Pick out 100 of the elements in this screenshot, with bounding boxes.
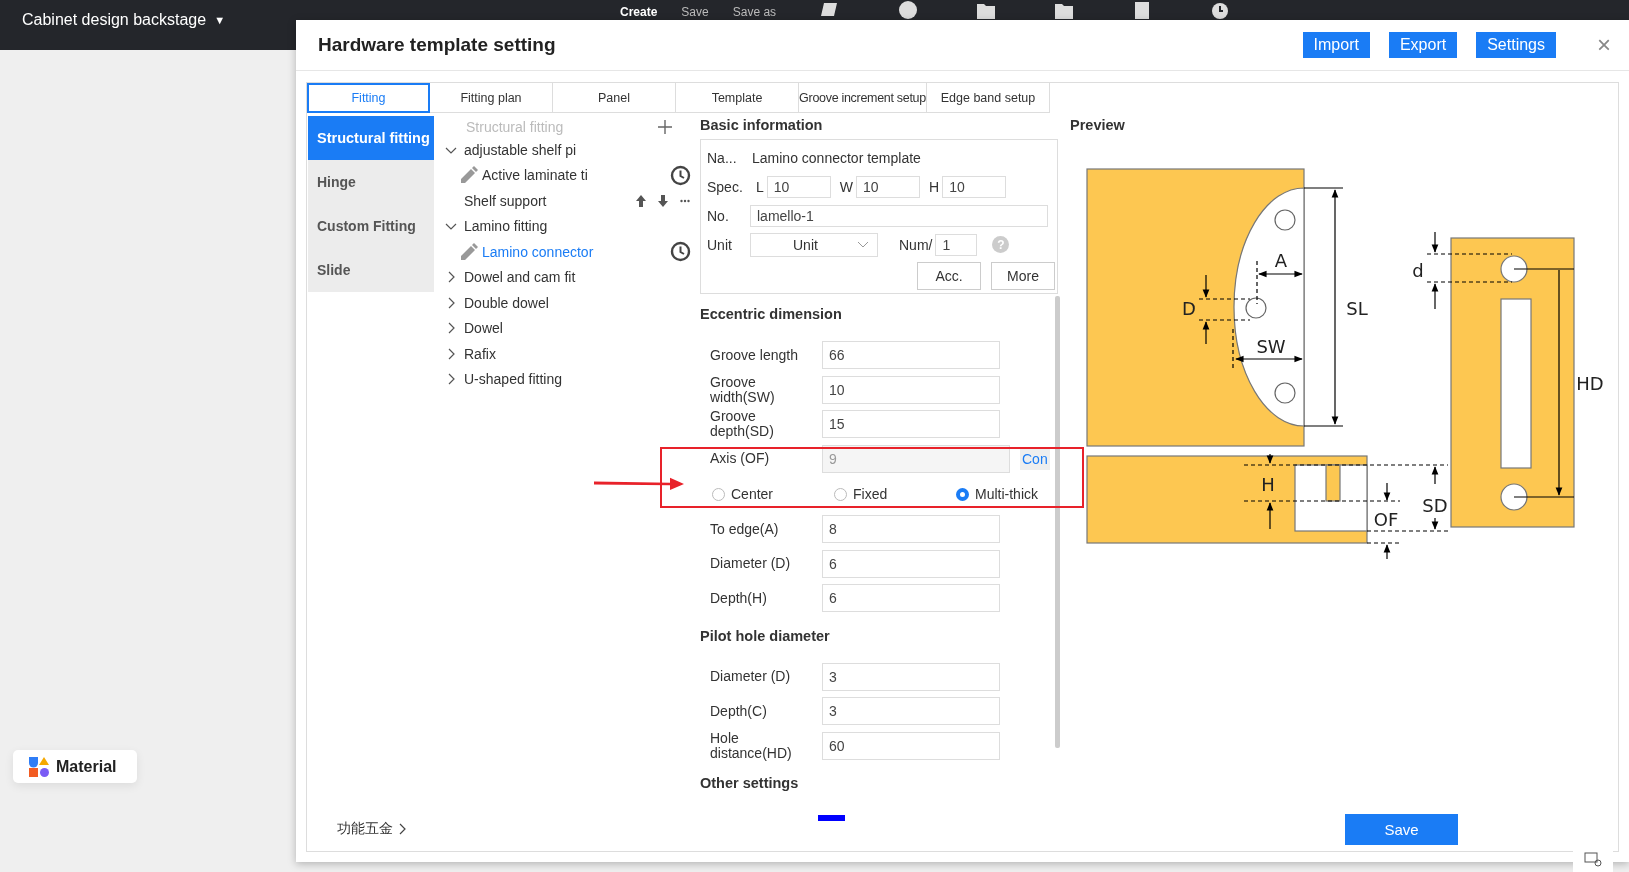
field-label: H [929, 178, 940, 195]
pencil-icon [460, 242, 478, 261]
move-down-icon[interactable] [658, 194, 668, 207]
scrollbar[interactable] [1055, 296, 1060, 748]
app-title[interactable]: Cabinet design backstage [22, 11, 207, 29]
input-field[interactable]: 10 [942, 175, 1007, 198]
shapes-icon [28, 755, 50, 778]
field-label: Groove length [710, 347, 799, 363]
input-field[interactable]: 10 [766, 175, 831, 198]
tree-item[interactable]: Active laminate ti [482, 167, 594, 184]
unit-dropdown[interactable]: Unit [750, 232, 878, 257]
field-label: W [839, 178, 853, 195]
field-label: Diameter (D) [710, 669, 792, 685]
input-field[interactable]: 15 [822, 410, 1000, 439]
radio-label[interactable]: Center [731, 486, 774, 502]
input-field[interactable]: 6 [822, 549, 1000, 578]
tree-item[interactable]: Lamino fitting [464, 218, 548, 235]
material-label: Material [56, 757, 117, 776]
field-label: Hole distance(HD) [710, 730, 793, 761]
dimension-label: D [1182, 298, 1196, 319]
category-tab[interactable]: Structural fitting [308, 116, 434, 160]
field-label: Depth(C) [710, 703, 768, 719]
dimension-label: SL [1346, 298, 1368, 319]
tree-item[interactable]: Lamino connector [482, 243, 594, 260]
header-button[interactable]: Export [1388, 32, 1458, 58]
clock-icon[interactable] [670, 164, 691, 186]
dimension-label: SW [1256, 336, 1286, 357]
field-label: L [756, 178, 764, 195]
add-icon[interactable] [658, 120, 672, 134]
input-field[interactable]: 1 [935, 233, 978, 256]
form-button[interactable]: Acc. [917, 262, 981, 290]
tab[interactable]: Edge band setup [927, 83, 1050, 113]
dimension-label: OF [1373, 509, 1399, 530]
dimension-label: H [1261, 474, 1275, 495]
tree-header: Structural fitting [466, 119, 564, 135]
name-value: Lamino connector template [752, 149, 921, 166]
radio-label[interactable]: Multi-thick [975, 486, 1038, 502]
field-label: Groove depth(SD) [710, 409, 775, 440]
field-label: No. [707, 207, 730, 224]
input-field[interactable]: 10 [856, 175, 920, 198]
field-label: Spec. [707, 178, 744, 195]
toolbar-action[interactable]: Save [681, 5, 709, 19]
input-field[interactable]: 3 [822, 697, 1000, 726]
material-card[interactable]: Material [13, 750, 137, 783]
input-field[interactable]: 10 [822, 375, 1000, 404]
section-heading: Basic information [700, 117, 824, 135]
close-button[interactable]: × [1593, 31, 1615, 59]
radio-button[interactable] [956, 487, 969, 501]
header-button[interactable]: Settings [1476, 32, 1556, 58]
form-button[interactable]: More [991, 262, 1055, 290]
input-field[interactable]: 8 [822, 515, 1000, 544]
dimension-label: d [1412, 260, 1424, 281]
more-icon[interactable] [680, 198, 690, 203]
caret-icon[interactable]: ▼ [214, 14, 225, 26]
input-field[interactable]: 3 [822, 662, 1000, 691]
field-label: Axis (OF) [710, 451, 771, 467]
dimension-label: A [1274, 250, 1288, 271]
tab[interactable]: Fitting plan [430, 83, 553, 113]
input-field[interactable]: lamello-1 [750, 204, 1048, 227]
tab[interactable]: Template [676, 83, 799, 113]
color-swatch[interactable] [818, 815, 845, 821]
clock-icon[interactable] [1210, 1, 1231, 19]
dimension-label: HD [1576, 373, 1604, 394]
tree-item[interactable]: adjustable shelf pi [464, 141, 577, 158]
input-field[interactable]: 66 [822, 341, 1000, 370]
field-label: Diameter (D) [710, 556, 792, 572]
chevron-icon[interactable] [399, 823, 407, 835]
input-field[interactable]: 6 [822, 584, 1000, 613]
tree-item[interactable]: U-shaped fitting [464, 371, 563, 388]
field-label: Groove width(SW) [710, 374, 776, 405]
chevron-down-icon[interactable] [857, 240, 869, 249]
tab[interactable]: Groove increment setup [799, 83, 927, 113]
section-heading: Pilot hole diameter [700, 627, 831, 646]
field-label: Depth(H) [710, 590, 768, 606]
tree-item[interactable]: Rafix [464, 345, 496, 362]
tree-item[interactable]: Dowel and cam fit [464, 269, 576, 286]
tab[interactable]: Fitting [307, 83, 430, 113]
section-heading: Preview [1070, 117, 1126, 135]
clock-icon[interactable] [670, 241, 691, 263]
tree-item[interactable]: Dowel [464, 320, 503, 337]
input-field[interactable]: 60 [822, 731, 1000, 760]
section-heading: Other settings [700, 775, 800, 793]
dialog-title: Hardware template setting [318, 34, 556, 56]
feature-link[interactable]: 功能五金 [337, 820, 393, 838]
dimension-label: SD [1422, 495, 1448, 516]
radio-label[interactable]: Fixed [853, 486, 888, 502]
header-button[interactable]: Import [1302, 32, 1370, 58]
tree-item[interactable]: Shelf support [460, 192, 624, 209]
save-button[interactable]: Save [1345, 813, 1458, 845]
tree-item[interactable]: Double dowel [464, 294, 549, 311]
field-label: Num/ [899, 236, 933, 253]
field-label: Unit [707, 236, 733, 253]
toolbar-action[interactable]: Save as [732, 5, 777, 19]
field-label: Na... [707, 149, 738, 166]
toolbar-action[interactable]: Create [620, 5, 658, 19]
section-heading: Eccentric dimension [700, 306, 843, 324]
tab[interactable]: Panel [553, 83, 676, 113]
field-label: To edge(A) [710, 521, 780, 537]
move-up-icon[interactable] [636, 194, 646, 207]
pencil-icon [460, 166, 478, 185]
